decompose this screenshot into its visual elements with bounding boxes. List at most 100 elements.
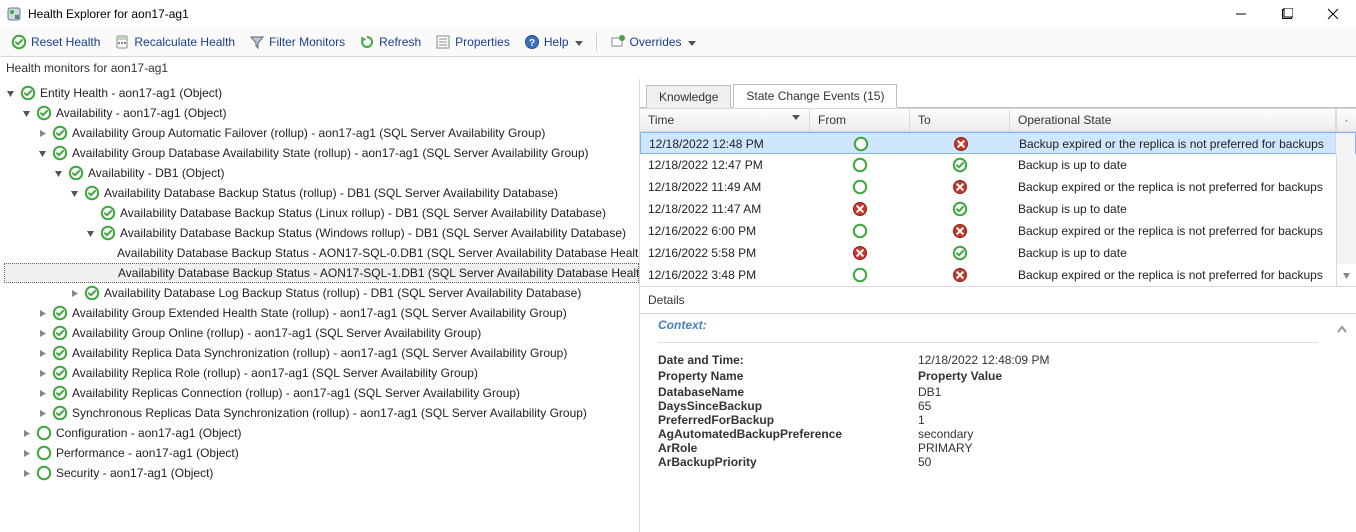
cell-to bbox=[910, 155, 1010, 175]
tree-node[interactable]: Availability Database Backup Status - AO… bbox=[4, 263, 639, 283]
grid-row[interactable]: 12/18/2022 12:48 PMBackup expired or the… bbox=[640, 132, 1356, 154]
tree-node[interactable]: Availability Database Backup Status (Lin… bbox=[4, 203, 639, 223]
tree-node[interactable]: Availability Replicas Connection (rollup… bbox=[4, 383, 639, 403]
tree-node-label: Availability Group Extended Health State… bbox=[72, 306, 567, 320]
collapse-details-button[interactable] bbox=[1332, 320, 1352, 340]
tree-node[interactable]: Availability - DB1 (Object) bbox=[4, 163, 639, 183]
filter-monitors-button[interactable]: Filter Monitors bbox=[244, 31, 350, 53]
tree-node-label: Availability Group Automatic Failover (r… bbox=[72, 126, 545, 140]
tree-node[interactable]: Availability Group Database Availability… bbox=[4, 143, 639, 163]
tree-node[interactable]: Availability - aon17-ag1 (Object) bbox=[4, 103, 639, 123]
tree-node-label: Availability Database Backup Status (rol… bbox=[104, 186, 558, 200]
tree-node-label: Availability Database Backup Status (Win… bbox=[120, 226, 626, 240]
tree-node[interactable]: Availability Replica Data Synchronizatio… bbox=[4, 343, 639, 363]
grid-row[interactable]: 12/18/2022 11:47 AMBackup is up to date bbox=[640, 198, 1356, 220]
cell-time: 12/16/2022 5:58 PM bbox=[640, 244, 810, 262]
properties-button[interactable]: Properties bbox=[430, 31, 515, 53]
tree-node[interactable]: Configuration - aon17-ag1 (Object) bbox=[4, 423, 639, 443]
healthy-icon bbox=[84, 285, 100, 301]
tree-node[interactable]: Synchronous Replicas Data Synchronizatio… bbox=[4, 403, 639, 423]
expand-icon[interactable] bbox=[36, 407, 48, 419]
col-from[interactable]: From bbox=[810, 109, 910, 131]
collapse-icon[interactable] bbox=[52, 167, 64, 179]
help-button[interactable]: ? Help bbox=[519, 31, 588, 53]
tree-node-label: Availability Database Backup Status - AO… bbox=[117, 246, 640, 260]
tree-node[interactable]: Performance - aon17-ag1 (Object) bbox=[4, 443, 639, 463]
expand-icon[interactable] bbox=[20, 447, 32, 459]
healthy-icon bbox=[952, 201, 968, 217]
filter-label: Filter Monitors bbox=[269, 35, 345, 49]
col-to[interactable]: To bbox=[910, 109, 1010, 131]
grid-row[interactable]: 12/16/2022 6:00 PMBackup expired or the … bbox=[640, 220, 1356, 242]
expand-icon[interactable] bbox=[36, 347, 48, 359]
expand-icon[interactable] bbox=[36, 387, 48, 399]
tree-node-label: Availability Replica Role (rollup) - aon… bbox=[72, 366, 478, 380]
chevron-down-icon bbox=[575, 38, 583, 46]
details-panel: Context: Date and Time: 12/18/2022 12:48… bbox=[640, 313, 1356, 479]
tree-node[interactable]: Availability Group Extended Health State… bbox=[4, 303, 639, 323]
expand-icon[interactable] bbox=[36, 367, 48, 379]
error-icon bbox=[953, 136, 969, 152]
svg-text:?: ? bbox=[529, 38, 535, 49]
refresh-button[interactable]: Refresh bbox=[354, 31, 426, 53]
check-icon bbox=[11, 34, 27, 50]
grid-row[interactable]: 12/18/2022 12:47 PMBackup is up to date bbox=[640, 154, 1356, 176]
expand-icon[interactable] bbox=[20, 427, 32, 439]
tree-node[interactable]: Availability Database Backup Status (rol… bbox=[4, 183, 639, 203]
tree-node[interactable]: Security - aon17-ag1 (Object) bbox=[4, 463, 639, 483]
cell-to bbox=[910, 265, 1010, 285]
tree-node[interactable]: Availability Group Automatic Failover (r… bbox=[4, 123, 639, 143]
expand-icon[interactable] bbox=[36, 127, 48, 139]
collapse-icon[interactable] bbox=[20, 107, 32, 119]
grid-row[interactable]: 12/18/2022 11:49 AMBackup expired or the… bbox=[640, 176, 1356, 198]
datetime-value: 12/18/2022 12:48:09 PM bbox=[918, 353, 1318, 367]
cell-time: 12/18/2022 12:48 PM bbox=[641, 135, 811, 153]
maximize-button[interactable] bbox=[1264, 0, 1310, 28]
cell-to bbox=[910, 199, 1010, 219]
tree-node[interactable]: Availability Database Backup Status - AO… bbox=[4, 243, 639, 263]
scroll-down-button[interactable] bbox=[1336, 264, 1356, 286]
filter-icon bbox=[249, 34, 265, 50]
expand-icon[interactable] bbox=[20, 467, 32, 479]
tab-knowledge[interactable]: Knowledge bbox=[646, 85, 731, 108]
grid-row[interactable]: 12/16/2022 5:58 PMBackup is up to date bbox=[640, 242, 1356, 264]
details-title: Details bbox=[640, 287, 1356, 313]
reset-health-button[interactable]: Reset Health bbox=[6, 31, 105, 53]
cell-op-state: Backup is up to date bbox=[1010, 156, 1336, 174]
overrides-button[interactable]: Overrides bbox=[605, 31, 701, 53]
sort-desc-icon bbox=[792, 113, 801, 127]
close-button[interactable] bbox=[1310, 0, 1356, 28]
col-op-state[interactable]: Operational State bbox=[1010, 109, 1336, 131]
expand-icon[interactable] bbox=[36, 327, 48, 339]
collapse-icon[interactable] bbox=[36, 147, 48, 159]
prop-name: PreferredForBackup bbox=[658, 413, 918, 427]
expand-icon[interactable] bbox=[36, 307, 48, 319]
tree-node[interactable]: Availability Group Online (rollup) - aon… bbox=[4, 323, 639, 343]
cell-op-state: Backup expired or the replica is not pre… bbox=[1010, 266, 1336, 284]
tab-state-change-events[interactable]: State Change Events (15) bbox=[733, 84, 897, 108]
monitor-tree[interactable]: Entity Health - aon17-ag1 (Object)Availa… bbox=[0, 79, 640, 532]
tree-node[interactable]: Availability Replica Role (rollup) - aon… bbox=[4, 363, 639, 383]
healthy-icon bbox=[100, 205, 116, 221]
grid-row[interactable]: 12/16/2022 3:48 PMBackup expired or the … bbox=[640, 264, 1356, 286]
collapse-icon[interactable] bbox=[4, 87, 16, 99]
tree-node[interactable]: Availability Database Log Backup Status … bbox=[4, 283, 639, 303]
tree-node-label: Availability Database Backup Status - AO… bbox=[118, 266, 640, 280]
healthy-icon bbox=[52, 345, 68, 361]
recalculate-health-button[interactable]: Recalculate Health bbox=[109, 31, 240, 53]
col-time[interactable]: Time bbox=[640, 109, 810, 131]
expand-icon[interactable] bbox=[68, 287, 80, 299]
healthy-icon bbox=[52, 365, 68, 381]
collapse-icon[interactable] bbox=[68, 187, 80, 199]
tree-node[interactable]: Availability Database Backup Status (Win… bbox=[4, 223, 639, 243]
healthy-icon bbox=[52, 125, 68, 141]
tree-node-label: Availability Database Backup Status (Lin… bbox=[120, 206, 606, 220]
healthy-ring-icon bbox=[853, 136, 869, 152]
tree-node[interactable]: Entity Health - aon17-ag1 (Object) bbox=[4, 83, 639, 103]
healthy-icon bbox=[20, 85, 36, 101]
minimize-button[interactable] bbox=[1218, 0, 1264, 28]
error-icon bbox=[852, 245, 868, 261]
cell-from bbox=[810, 243, 910, 263]
collapse-icon[interactable] bbox=[84, 227, 96, 239]
scroll-up-button[interactable] bbox=[1336, 109, 1356, 131]
